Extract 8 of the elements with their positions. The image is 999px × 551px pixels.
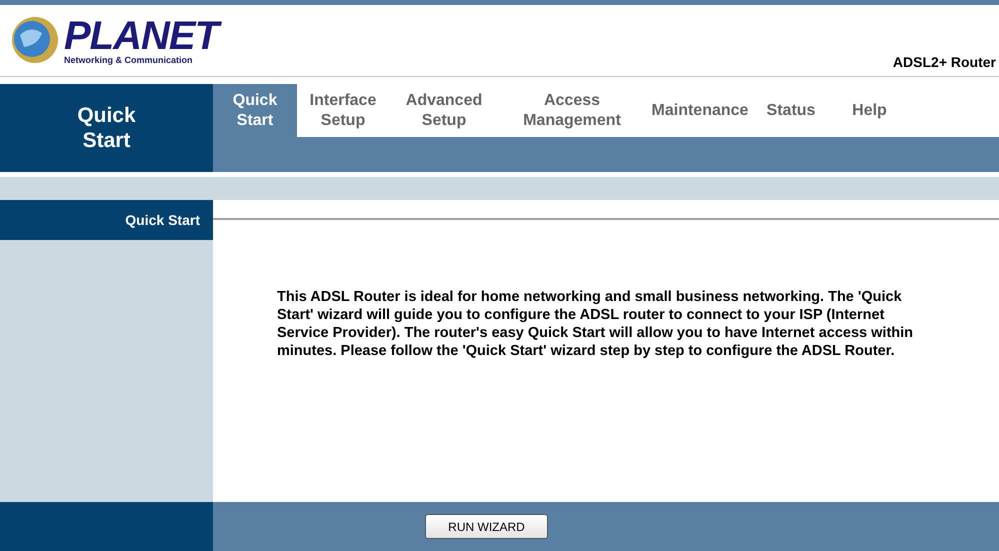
description-text: This ADSL Router is ideal for home networking and small business networking. The 'Quick Start' wizard will guide you to configure the ADSL router to connect to your ISP (Internet Service Provider). The router's easy Quick Start will allow you to have Internet access within minutes. Please follow the 'Quick Start' wizard step by step to configure the ADSL Router.: [277, 288, 914, 360]
run-wizard-button[interactable]: RUN WIZARD: [425, 514, 548, 539]
product-name: ADSL2+ Router: [892, 53, 997, 72]
logo-tagline: Networking & Communication: [64, 56, 194, 64]
nav-tab[interactable]: Quick Start: [213, 84, 297, 137]
panel-title: Quick Start: [0, 200, 213, 240]
globe-logo-icon: [10, 15, 60, 65]
section-title: Quick Start: [0, 84, 213, 172]
